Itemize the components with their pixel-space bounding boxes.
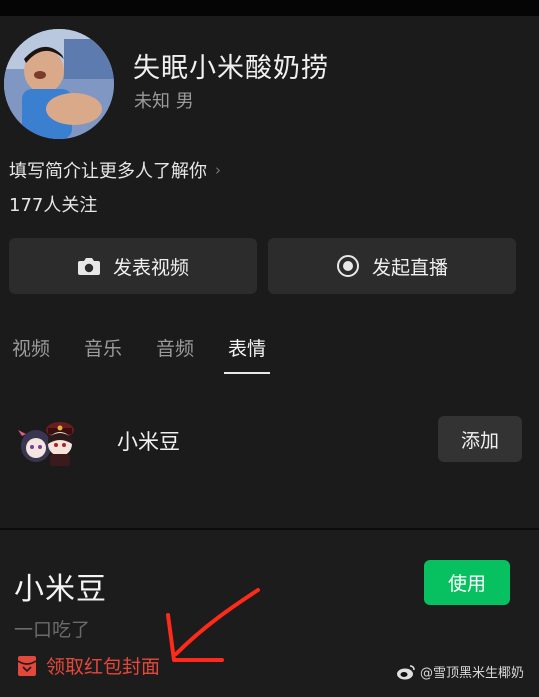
camera-icon xyxy=(77,258,100,275)
profile-name: 失眠小米酸奶捞 xyxy=(133,53,329,84)
red-packet-label: 领取红包封面 xyxy=(46,656,161,678)
start-live-label: 发起直播 xyxy=(371,256,448,279)
avatar-image xyxy=(4,29,114,139)
sticker-detail-title: 小米豆 xyxy=(14,572,107,607)
red-packet-icon xyxy=(17,655,37,676)
live-icon xyxy=(336,255,359,277)
sticker-thumbnail xyxy=(18,422,74,466)
avatar[interactable] xyxy=(4,29,114,139)
use-button[interactable]: 使用 xyxy=(424,560,510,605)
content-tabs: 视频 音乐 音频 表情 xyxy=(12,334,271,374)
post-video-label: 发表视频 xyxy=(112,256,189,279)
sticker-name: 小米豆 xyxy=(117,430,180,454)
sticker-list-item[interactable]: 小米豆 添加 xyxy=(0,406,539,476)
chevron-right-icon: › xyxy=(215,161,221,179)
profile-meta: 未知 男 xyxy=(134,91,194,112)
tab-music[interactable]: 音乐 xyxy=(84,334,122,374)
bio-prompt-text: 填写简介让更多人了解你 xyxy=(9,161,207,182)
sticker-detail-subtitle: 一口吃了 xyxy=(14,619,91,641)
watermark-text: @雪顶黑米生椰奶 xyxy=(420,666,525,681)
following-count[interactable]: 177人关注 xyxy=(9,191,97,217)
tab-stickers[interactable]: 表情 xyxy=(224,334,271,374)
profile-header: 失眠小米酸奶捞 未知 男 填写简介让更多人了解你 › 177人关注 发表视频 发… xyxy=(0,16,539,528)
status-bar xyxy=(0,0,539,16)
post-video-button[interactable]: 发表视频 xyxy=(9,238,257,294)
bio-prompt-link[interactable]: 填写简介让更多人了解你 › xyxy=(9,157,221,183)
add-sticker-button[interactable]: 添加 xyxy=(438,416,522,462)
red-packet-cover-link[interactable]: 领取红包封面 xyxy=(16,652,160,679)
tab-audio[interactable]: 音频 xyxy=(156,334,194,374)
watermark: @雪顶黑米生椰奶 xyxy=(396,662,524,681)
start-live-button[interactable]: 发起直播 xyxy=(268,238,516,294)
weibo-icon xyxy=(397,664,415,679)
tab-videos[interactable]: 视频 xyxy=(12,334,50,374)
